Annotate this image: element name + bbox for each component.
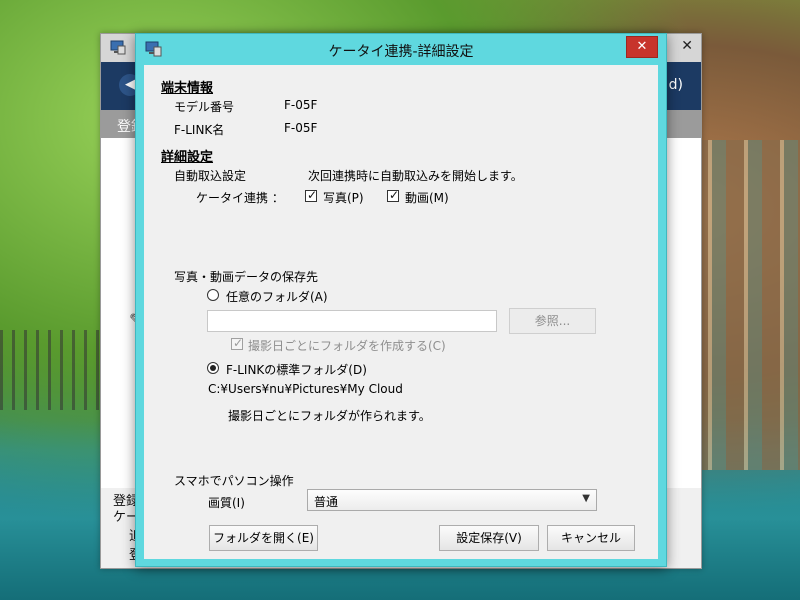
model-number-label: モデル番号 — [174, 100, 235, 114]
auto-import-description: 次回連携時に自動取込みを開始します。 — [308, 169, 523, 183]
checkmark-icon: ✓ — [233, 336, 244, 350]
save-destination-heading: 写真・動画データの保存先 — [174, 270, 319, 284]
dialog-titlebar[interactable]: ケータイ連携-詳細設定 ✕ — [136, 34, 666, 64]
create-by-date-label[interactable]: 撮影日ごとにフォルダを作成する(C) — [248, 337, 446, 354]
close-icon: ✕ — [636, 39, 648, 54]
video-checkbox[interactable]: ✓ — [387, 188, 400, 202]
desktop-wallpaper-railing — [0, 330, 100, 410]
parent-nav-right-text: d) — [668, 77, 683, 93]
standard-folder-note: 撮影日ごとにフォルダが作られます。 — [228, 409, 431, 423]
checkmark-icon: ✓ — [389, 188, 400, 202]
parent-close-icon[interactable]: ✕ — [681, 38, 693, 54]
save-settings-button[interactable]: 設定保存(V) — [439, 525, 539, 551]
create-by-date-checkbox[interactable]: ✓ — [231, 336, 244, 350]
standard-folder-path: C:¥Users¥nu¥Pictures¥My Cloud — [208, 382, 403, 396]
dialog-title: ケータイ連携-詳細設定 — [328, 44, 474, 60]
photo-checkbox[interactable]: ✓ — [305, 188, 318, 202]
quality-select[interactable]: 普通 ▼ — [307, 489, 597, 511]
folder-path-input[interactable] — [207, 310, 497, 332]
detail-settings-heading: 詳細設定 — [161, 150, 214, 165]
video-checkbox-label[interactable]: 動画(M) — [405, 189, 449, 206]
chevron-down-icon: ▼ — [582, 493, 590, 504]
app-computer-icon — [110, 40, 126, 55]
quality-label: 画質(I) — [208, 496, 245, 510]
photo-checkbox-label[interactable]: 写真(P) — [323, 189, 364, 206]
standard-folder-label[interactable]: F-LINKの標準フォルダ(D) — [226, 361, 367, 378]
any-folder-label[interactable]: 任意のフォルダ(A) — [226, 288, 328, 305]
phone-link-label: ケータイ連携 ： — [196, 191, 284, 205]
desktop-wallpaper-buildings — [690, 140, 800, 470]
auto-import-label: 自動取込設定 — [174, 169, 247, 183]
checkmark-icon: ✓ — [307, 188, 318, 202]
dialog-content: 端末情報 モデル番号 F-05F F-LINK名 F-05F 詳細設定 自動取込… — [144, 65, 658, 559]
smartphone-control-heading: スマホでパソコン操作 — [174, 474, 294, 488]
any-folder-radio[interactable] — [207, 289, 219, 301]
open-folder-button[interactable]: フォルダを開く(E) — [209, 525, 318, 551]
standard-folder-radio[interactable] — [207, 362, 219, 374]
close-button[interactable]: ✕ — [626, 36, 658, 58]
model-number-value: F-05F — [284, 98, 318, 112]
flink-name-label: F-LINK名 — [174, 123, 225, 137]
flink-name-value: F-05F — [284, 121, 318, 135]
radio-selected-dot — [210, 365, 216, 371]
cancel-button[interactable]: キャンセル — [547, 525, 635, 551]
browse-button[interactable]: 参照... — [509, 308, 596, 334]
detail-settings-dialog: ケータイ連携-詳細設定 ✕ 端末情報 モデル番号 F-05F F-LINK名 F… — [135, 33, 667, 567]
device-info-heading: 端末情報 — [161, 81, 214, 96]
quality-select-value: 普通 — [314, 495, 339, 509]
